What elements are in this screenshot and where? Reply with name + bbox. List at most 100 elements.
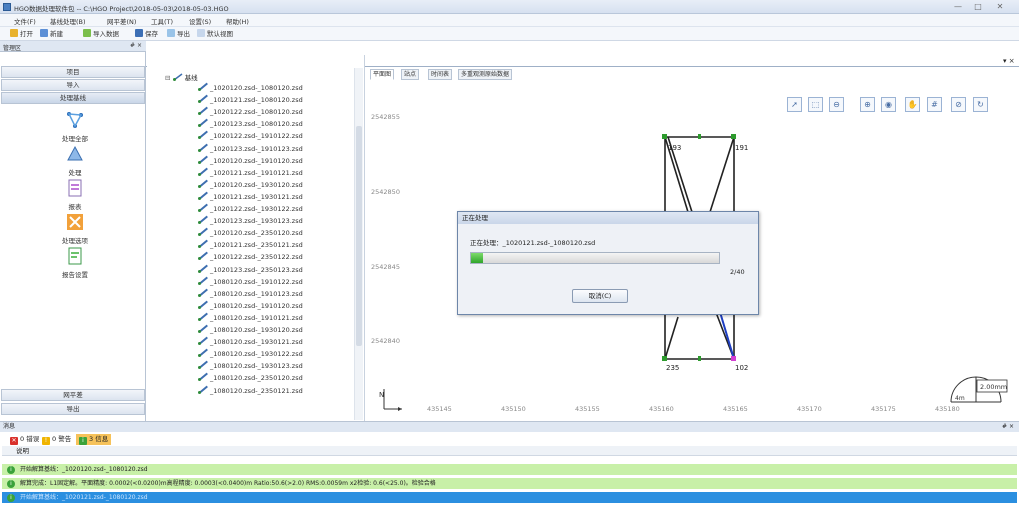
pin-icon[interactable]: # × bbox=[1002, 422, 1014, 432]
baseline-icon bbox=[198, 204, 208, 212]
filter-info[interactable]: i3 信息 bbox=[76, 434, 112, 445]
baseline-row[interactable]: _1020122.zsd-_1080120.zsd bbox=[198, 107, 303, 117]
baseline-row[interactable]: _1080120.zsd-_1930123.zsd bbox=[198, 361, 303, 371]
baseline-label: _1020121.zsd-_1930121.zsd bbox=[210, 192, 303, 201]
network-icon bbox=[67, 112, 83, 128]
triangle-icon bbox=[67, 145, 83, 161]
baseline-row[interactable]: _1020122.zsd-_1930122.zsd bbox=[198, 204, 303, 214]
report-icon bbox=[68, 179, 82, 197]
export-button[interactable]: 导出 bbox=[167, 29, 190, 39]
baseline-segment bbox=[664, 316, 679, 360]
baseline-row[interactable]: _1020120.zsd-_1930120.zsd bbox=[198, 180, 303, 190]
baseline-row[interactable]: _1020121.zsd-_1930121.zsd bbox=[198, 192, 303, 202]
close-button[interactable]: ✕ bbox=[992, 2, 1008, 12]
filter-errors[interactable]: ✕ 0 错误 bbox=[10, 434, 39, 445]
log-row[interactable]: i 解算完成：L1固定解。平面精度: 0.0002(<0.0200)m高程精度: … bbox=[2, 478, 1017, 489]
warning-icon: ! bbox=[42, 437, 50, 445]
baseline-label: _1020120.zsd-_1080120.zsd bbox=[210, 84, 303, 92]
baseline-row[interactable]: _1020120.zsd-_1910120.zsd bbox=[198, 156, 303, 166]
nav-import[interactable]: 导入 bbox=[1, 79, 145, 91]
process-item[interactable]: 处理 bbox=[40, 145, 110, 177]
baseline-row[interactable]: _1020121.zsd-_1910121.zsd bbox=[198, 168, 303, 178]
report-item[interactable]: 报表 bbox=[40, 179, 110, 211]
report-settings-item[interactable]: 报告设置 bbox=[40, 247, 110, 279]
tree-scrollbar[interactable] bbox=[354, 68, 363, 420]
log-row[interactable]: i 开始解算基线：_1020120.zsd-_1080120.zsd bbox=[2, 464, 1017, 475]
baseline-label: _1020121.zsd-_1080120.zsd bbox=[210, 96, 303, 105]
baseline-label: _1080120.zsd-_1910122.zsd bbox=[210, 277, 303, 286]
minimize-button[interactable]: — bbox=[950, 2, 966, 12]
baseline-row[interactable]: _1080120.zsd-_2350121.zsd bbox=[198, 386, 303, 396]
baseline-label: _1080120.zsd-_1910121.zsd bbox=[210, 313, 303, 322]
process-options-item[interactable]: 处理选项 bbox=[40, 213, 110, 245]
baseline-segment bbox=[709, 136, 735, 213]
baseline-row[interactable]: _1080120.zsd-_1910122.zsd bbox=[198, 277, 303, 287]
info-icon: i bbox=[79, 437, 87, 445]
baseline-label: _1080120.zsd-_1930120.zsd bbox=[210, 326, 303, 334]
baseline-row[interactable]: _1080120.zsd-_1910120.zsd bbox=[198, 301, 303, 311]
nav-network-adjustment[interactable]: 网平差 bbox=[1, 389, 145, 401]
baseline-label: _1080120.zsd-_2350120.zsd bbox=[210, 374, 303, 383]
progress-count: 2/40 bbox=[730, 268, 745, 276]
log-row-selected[interactable]: i 开始解算基线：_1020121.zsd-_1080120.zsd bbox=[2, 492, 1017, 503]
baseline-icon bbox=[198, 361, 208, 370]
default-view-button[interactable]: 默认视图 bbox=[197, 29, 233, 39]
processing-dialog: 正在处理 正在处理：_1020121.zsd-_1080120.zsd 2/40… bbox=[457, 211, 759, 315]
baseline-row[interactable]: _1020123.zsd-_1910123.zsd bbox=[198, 144, 303, 154]
new-button[interactable]: 新建 bbox=[40, 29, 63, 39]
baseline-icon bbox=[198, 301, 208, 309]
baseline-row[interactable]: _1080120.zsd-_2350120.zsd bbox=[198, 373, 303, 383]
nav-export[interactable]: 导出 bbox=[1, 403, 145, 415]
baseline-label: _1080120.zsd-_1930121.zsd bbox=[210, 338, 303, 347]
nav-project[interactable]: 项目 bbox=[1, 66, 145, 78]
panel-header: 管理区 # × bbox=[0, 41, 146, 52]
baseline-row[interactable]: _1080120.zsd-_1930120.zsd bbox=[198, 325, 303, 335]
menu-network[interactable]: 网平差(N) bbox=[107, 16, 136, 26]
scale-sub-label: 4m bbox=[955, 395, 965, 402]
open-button[interactable]: 打开 bbox=[10, 29, 33, 39]
menu-baseline[interactable]: 基线处理(B) bbox=[50, 16, 86, 26]
menu-settings[interactable]: 设置(S) bbox=[189, 16, 211, 26]
panel-title: 管理区 bbox=[3, 45, 22, 52]
menu-help[interactable]: 帮助(H) bbox=[226, 16, 249, 26]
baseline-row[interactable]: _1020123.zsd-_1930123.zsd bbox=[198, 216, 303, 226]
save-icon bbox=[135, 29, 143, 37]
import-data-button[interactable]: 导入数据 bbox=[83, 29, 119, 39]
baseline-row[interactable]: _1080120.zsd-_1910121.zsd bbox=[198, 313, 303, 323]
baseline-icon bbox=[198, 192, 208, 200]
station-marker bbox=[698, 134, 701, 139]
baseline-icon bbox=[198, 95, 208, 104]
message-panel-header: 消息 # × bbox=[0, 422, 1019, 432]
baseline-row[interactable]: _1020121.zsd-_1080120.zsd bbox=[198, 95, 303, 105]
pin-icon[interactable]: # × bbox=[130, 42, 142, 49]
process-all-item[interactable]: 处理全部 bbox=[40, 111, 110, 143]
baseline-icon bbox=[198, 325, 208, 333]
baseline-row[interactable]: _1020120.zsd-_2350120.zsd bbox=[198, 228, 303, 238]
baseline-root-icon bbox=[172, 73, 182, 81]
doc-close-icon[interactable]: ▾ × bbox=[1003, 57, 1015, 65]
new-file-icon bbox=[40, 29, 48, 37]
filter-warnings[interactable]: ! 0 警告 bbox=[42, 434, 71, 445]
menu-tools[interactable]: 工具(T) bbox=[151, 16, 173, 26]
baseline-icon bbox=[198, 144, 208, 152]
baseline-row[interactable]: _1020123.zsd-_1080120.zsd bbox=[198, 119, 303, 129]
cancel-button[interactable]: 取消(C) bbox=[572, 289, 628, 303]
baseline-row[interactable]: _1020122.zsd-_2350122.zsd bbox=[198, 252, 303, 262]
station-label: 191 bbox=[735, 144, 748, 152]
baseline-label: _1020120.zsd-_2350120.zsd bbox=[210, 229, 303, 238]
baseline-row[interactable]: _1020122.zsd-_1910122.zsd bbox=[198, 131, 303, 141]
baseline-row[interactable]: _1080120.zsd-_1930122.zsd bbox=[198, 349, 303, 359]
scrollbar-thumb[interactable] bbox=[356, 126, 362, 346]
menu-file[interactable]: 文件(F) bbox=[14, 16, 36, 26]
nav-process-baseline[interactable]: 处理基线 bbox=[1, 92, 145, 104]
baseline-row[interactable]: _1020123.zsd-_2350123.zsd bbox=[198, 265, 303, 275]
tree-root-baseline[interactable]: ⊟ 基线 bbox=[165, 72, 198, 82]
baseline-row[interactable]: _1020121.zsd-_2350121.zsd bbox=[198, 240, 303, 250]
save-button[interactable]: 保存 bbox=[135, 29, 158, 39]
maximize-button[interactable]: □ bbox=[970, 2, 986, 12]
baseline-row[interactable]: _1080120.zsd-_1930121.zsd bbox=[198, 337, 303, 347]
baseline-icon bbox=[198, 386, 208, 394]
baseline-row[interactable]: _1080120.zsd-_1910123.zsd bbox=[198, 289, 303, 299]
baseline-row[interactable]: _1020120.zsd-_1080120.zsd bbox=[198, 83, 303, 93]
app-icon bbox=[3, 3, 11, 11]
